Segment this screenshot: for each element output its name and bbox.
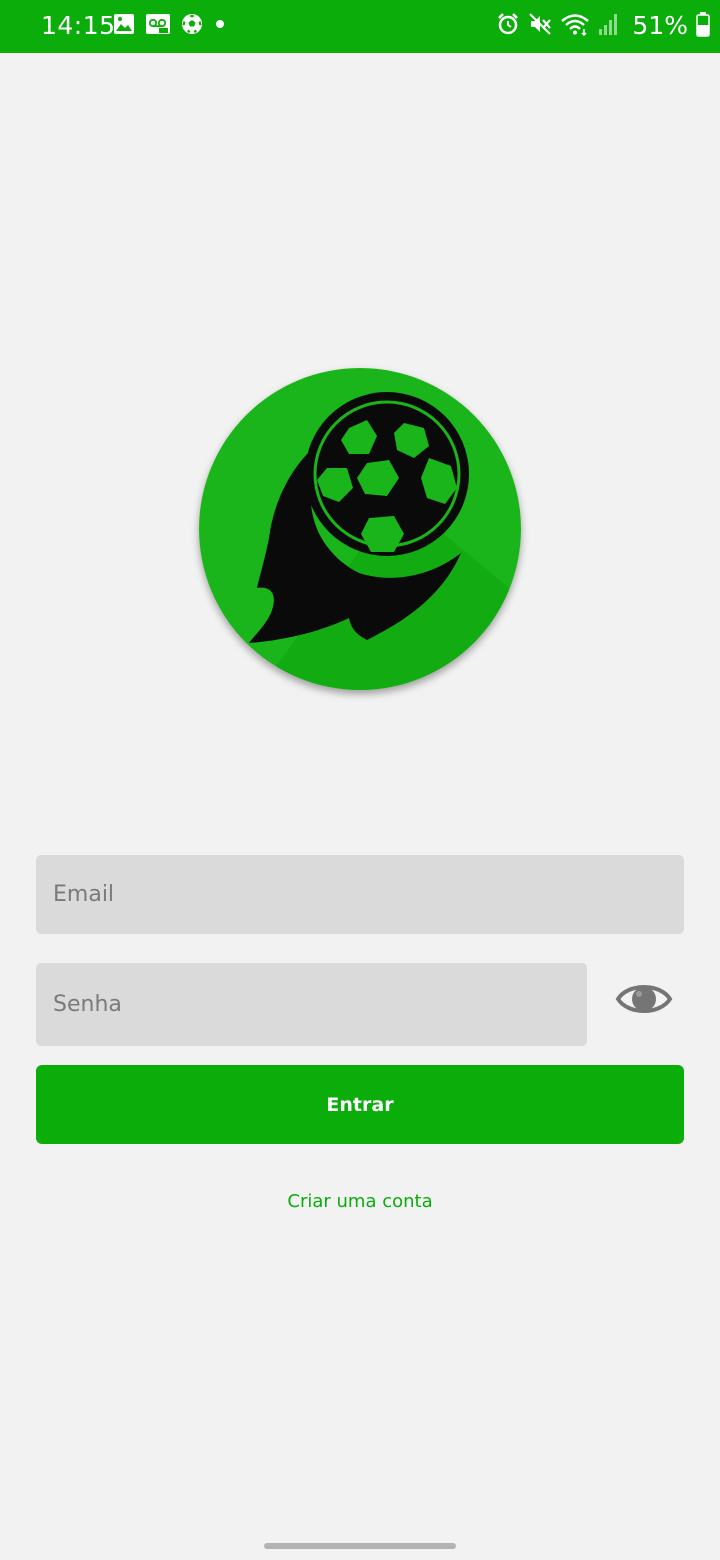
home-indicator[interactable] [264,1543,456,1549]
soccer-ball-logo-icon [199,368,521,690]
create-account-link[interactable]: Criar uma conta [0,1188,720,1216]
wifi-icon [560,12,590,40]
password-input[interactable] [36,963,587,1046]
voicemail-icon [145,13,171,39]
dot-icon [213,13,227,39]
app-logo [199,368,521,690]
soccer-ball-icon [181,13,203,39]
battery-level: 51% [632,11,688,40]
battery-icon [696,11,710,41]
status-bar: 14:15 51% [0,0,720,53]
status-right-icons: 51% [496,12,710,40]
image-icon [113,13,135,39]
status-time: 14:15 [41,11,116,40]
password-field[interactable] [36,963,587,1046]
signal-icon [598,12,620,40]
email-field[interactable] [36,855,684,934]
status-left-icons [113,13,227,39]
mute-icon [528,12,552,40]
alarm-icon [496,12,520,40]
show-password-toggle[interactable] [614,977,674,1021]
eye-icon [615,985,673,1013]
email-input[interactable] [36,855,684,934]
login-button[interactable]: Entrar [36,1065,684,1144]
